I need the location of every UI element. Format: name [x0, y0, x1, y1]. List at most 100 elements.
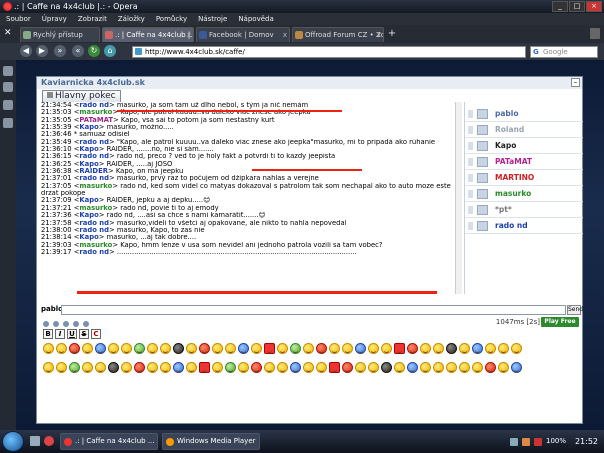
quicklaunch-icon[interactable]	[44, 436, 54, 446]
volume-icon[interactable]	[522, 438, 530, 446]
menu-soubor[interactable]: Soubor	[6, 13, 31, 25]
smiley-icon[interactable]	[212, 362, 223, 373]
tab-offroad[interactable]: Offroad Forum CZ • Zob... x	[292, 27, 384, 42]
message-nick[interactable]: Kapo	[79, 234, 98, 241]
smiley-option-icon[interactable]	[43, 321, 49, 327]
smiley-icon[interactable]	[433, 343, 444, 354]
smiley-icon[interactable]	[342, 343, 353, 354]
smiley-icon[interactable]	[446, 362, 457, 373]
smiley-icon[interactable]	[355, 343, 366, 354]
smiley-icon[interactable]	[147, 362, 158, 373]
play-free-chat-button[interactable]: Play Free Chat	[541, 317, 579, 335]
smiley-icon[interactable]	[95, 362, 106, 373]
smiley-icon[interactable]	[225, 362, 236, 373]
smiley-icon[interactable]	[394, 362, 405, 373]
smiley-icon[interactable]	[342, 362, 353, 373]
smiley-icon[interactable]	[381, 343, 392, 354]
message-nick[interactable]: masurko	[79, 205, 112, 212]
close-window-button[interactable]: ×	[586, 1, 602, 12]
search-input[interactable]: Google	[530, 46, 598, 58]
smiley-icon[interactable]	[186, 343, 197, 354]
message-nick[interactable]: Kapo	[79, 197, 98, 204]
back-button[interactable]: ◀	[20, 45, 32, 57]
user-list-item[interactable]: Roland	[465, 122, 583, 138]
color-option-icon[interactable]	[63, 321, 69, 327]
message-nick[interactable]: rado nd	[79, 227, 109, 234]
notes-panel-icon[interactable]	[3, 82, 13, 92]
smiley-icon[interactable]	[355, 362, 366, 373]
message-nick[interactable]: Kapo	[79, 124, 98, 131]
bold-button[interactable]: B	[43, 329, 53, 339]
rewind-button[interactable]: «	[72, 45, 84, 57]
smiley-icon[interactable]	[69, 343, 80, 354]
smiley-icon[interactable]	[303, 343, 314, 354]
smiley-icon[interactable]	[264, 343, 275, 354]
smiley-icon[interactable]	[407, 343, 418, 354]
user-list-item[interactable]: MARTINO	[465, 170, 583, 186]
smiley-icon[interactable]	[472, 343, 483, 354]
tab-speed-dial[interactable]: Rychlý přístup	[20, 27, 100, 42]
user-list-item[interactable]: pablo	[465, 106, 583, 122]
new-tab-button[interactable]: +	[386, 28, 398, 40]
smiley-icon[interactable]	[420, 343, 431, 354]
reload-icon[interactable]: ↻	[88, 45, 100, 57]
smiley-icon[interactable]	[498, 343, 509, 354]
italic-button[interactable]: I	[55, 329, 65, 339]
smiley-icon[interactable]	[160, 343, 171, 354]
user-list-item[interactable]: PATaMAT	[465, 154, 583, 170]
trash-icon[interactable]	[590, 28, 600, 39]
smiley-icon[interactable]	[446, 343, 457, 354]
smiley-icon[interactable]	[485, 343, 496, 354]
smiley-icon[interactable]	[134, 362, 145, 373]
strike-button[interactable]: S	[79, 329, 89, 339]
opera-menu-icon[interactable]: ✕	[4, 28, 14, 38]
smiley-icon[interactable]	[199, 362, 210, 373]
smiley-icon[interactable]	[173, 362, 184, 373]
smiley-icon[interactable]	[43, 362, 54, 373]
smiley-icon[interactable]	[56, 343, 67, 354]
forward-button[interactable]: ▶	[36, 45, 48, 57]
quicklaunch-icon[interactable]	[30, 436, 40, 446]
message-nick[interactable]: Kapo	[79, 161, 98, 168]
message-nick[interactable]: rado nd	[79, 175, 109, 182]
bookmarks-panel-icon[interactable]	[3, 66, 13, 76]
smiley-icon[interactable]	[485, 362, 496, 373]
help-option-icon[interactable]	[83, 321, 89, 327]
smiley-icon[interactable]	[251, 362, 262, 373]
smiley-icon[interactable]	[290, 343, 301, 354]
user-list-item[interactable]: masurko	[465, 186, 583, 202]
sound-option-icon[interactable]	[53, 321, 59, 327]
tab-hlavny-pokec[interactable]: Hlavny pokec	[42, 90, 121, 102]
smiley-icon[interactable]	[472, 362, 483, 373]
smiley-icon[interactable]	[147, 343, 158, 354]
color-button[interactable]: C	[91, 329, 101, 339]
message-nick[interactable]: rado nd	[79, 102, 109, 109]
message-nick[interactable]: rado nd	[79, 220, 109, 227]
smiley-icon[interactable]	[290, 362, 301, 373]
smiley-icon[interactable]	[264, 362, 275, 373]
smiley-icon[interactable]	[420, 362, 431, 373]
fast-forward-button[interactable]: »	[54, 45, 66, 57]
smiley-icon[interactable]	[251, 343, 262, 354]
home-icon[interactable]: ⌂	[104, 45, 116, 57]
smiley-icon[interactable]	[108, 362, 119, 373]
smiley-icon[interactable]	[121, 362, 132, 373]
smiley-icon[interactable]	[186, 362, 197, 373]
menu-napoveda[interactable]: Nápověda	[238, 13, 273, 25]
minimize-window-button[interactable]: _	[552, 1, 568, 12]
message-nick[interactable]: rado nd	[79, 153, 109, 160]
smiley-icon[interactable]	[329, 362, 340, 373]
menu-zalozky[interactable]: Záložky	[118, 13, 145, 25]
message-nick[interactable]: Kapo	[79, 212, 98, 219]
smiley-icon[interactable]	[108, 343, 119, 354]
tab-facebook[interactable]: Facebook | Domov x	[196, 27, 290, 42]
smiley-icon[interactable]	[459, 343, 470, 354]
maximize-window-button[interactable]: □	[569, 1, 585, 12]
message-nick[interactable]: Kapo	[79, 146, 98, 153]
smiley-icon[interactable]	[82, 362, 93, 373]
smiley-icon[interactable]	[459, 362, 470, 373]
smiley-icon[interactable]	[238, 343, 249, 354]
smiley-icon[interactable]	[56, 362, 67, 373]
zoom-level[interactable]: 100%	[546, 437, 566, 445]
message-nick[interactable]: rado nd	[79, 139, 109, 146]
